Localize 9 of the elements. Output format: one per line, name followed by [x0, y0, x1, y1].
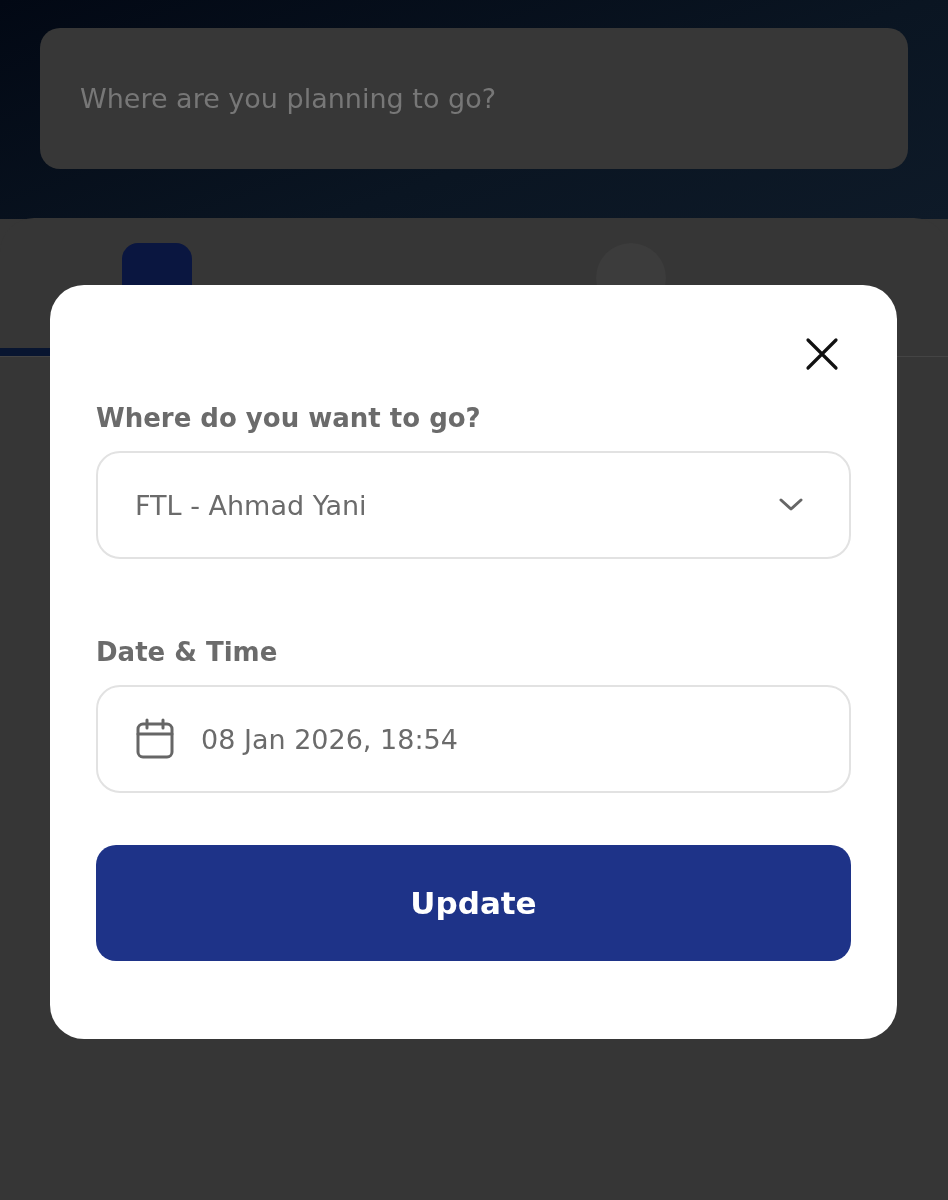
- update-button[interactable]: Update: [96, 845, 851, 961]
- destination-dropdown[interactable]: FTL - Ahmad Yani: [96, 451, 851, 559]
- search-field[interactable]: Where are you planning to go?: [40, 28, 908, 169]
- field-label: Date & Time: [96, 637, 279, 667]
- calendar-icon: [135, 718, 175, 760]
- date-time-field[interactable]: 08 Jan 2026, 18:54: [96, 685, 851, 793]
- chevron-down-icon: [779, 498, 803, 512]
- close-icon[interactable]: [805, 337, 839, 371]
- field-label: Where do you want to go?: [96, 403, 482, 433]
